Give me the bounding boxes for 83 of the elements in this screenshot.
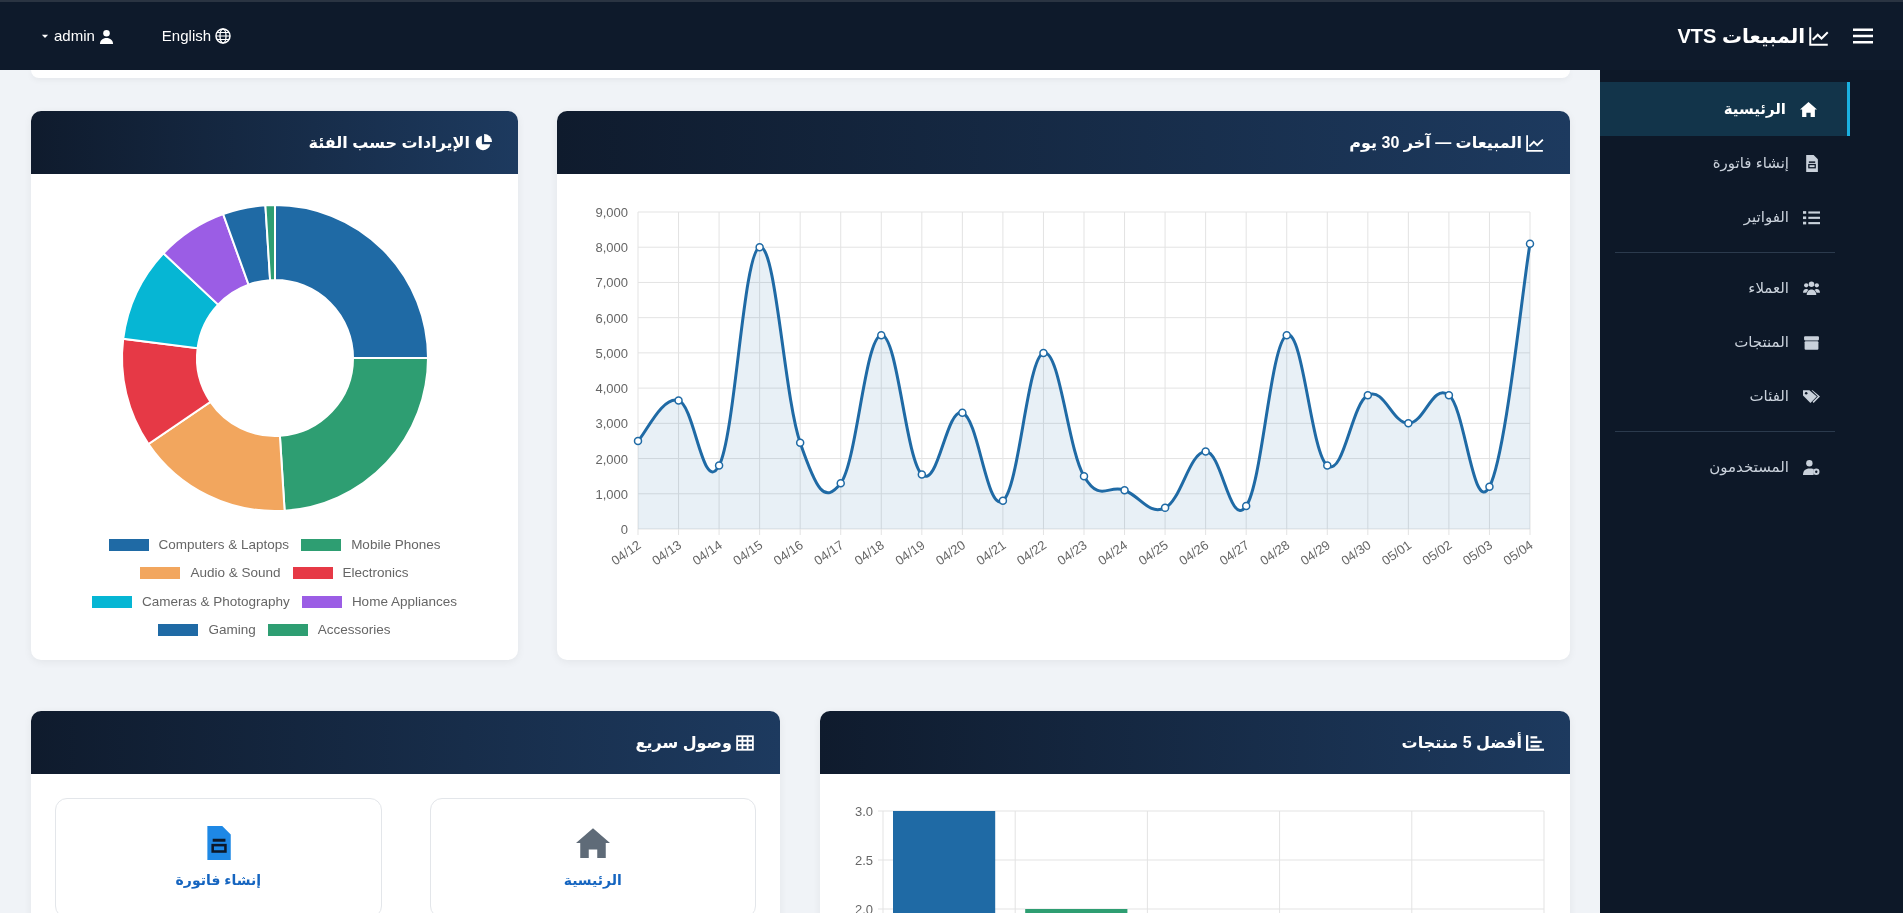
chart-line-icon <box>1809 26 1829 46</box>
legend-label: Accessories <box>317 620 391 639</box>
people-icon <box>1803 279 1820 297</box>
data-point <box>1444 390 1454 400</box>
axis-label: 0 <box>620 522 628 537</box>
quick-link[interactable]: الرئيسية <box>429 798 756 913</box>
legend-label: Cameras & Photography <box>142 592 290 611</box>
sidebar-item[interactable]: الفواتير <box>1600 190 1850 244</box>
data-point <box>1241 501 1251 511</box>
legend-swatch <box>292 567 333 580</box>
data-point <box>1039 348 1048 358</box>
grid-icon <box>736 733 754 752</box>
data-point <box>1079 471 1089 481</box>
data-point <box>998 496 1008 506</box>
user-menu-button[interactable]: admin <box>40 24 114 48</box>
legend-swatch <box>301 595 342 608</box>
legend-swatch <box>140 567 181 580</box>
globe-icon <box>215 28 232 44</box>
sidebar-item[interactable]: الرئيسية <box>1600 82 1850 136</box>
sidebar-item[interactable]: العملاء <box>1600 261 1850 315</box>
data-point <box>1404 419 1413 428</box>
box-icon <box>1803 333 1820 351</box>
legend-swatch <box>158 623 199 636</box>
data-point <box>1323 461 1332 470</box>
card-title: وصول سريع <box>635 732 732 754</box>
sidebar-item[interactable]: الفئات <box>1600 369 1850 423</box>
card-title: المبيعات — آخر 30 يوم <box>1349 132 1522 154</box>
legend-label: Mobile Phones <box>351 536 441 554</box>
data-point <box>958 408 967 417</box>
house-icon <box>1800 100 1817 118</box>
legend-label: Computers & Laptops <box>158 536 290 554</box>
legend-swatch <box>92 595 133 608</box>
chart-line-icon <box>1526 133 1544 152</box>
user-gear-icon <box>1803 458 1820 476</box>
data-point <box>1120 486 1129 495</box>
axis-label: 9,000 <box>595 205 628 220</box>
list-icon <box>1803 208 1820 226</box>
data-point <box>1525 239 1535 248</box>
sidebar-item[interactable]: المنتجات <box>1600 315 1850 369</box>
document-icon <box>1803 154 1820 172</box>
tags-icon <box>1803 387 1820 405</box>
axis-label: 2.5 <box>854 853 873 868</box>
sidebar-item[interactable]: المستخدمون <box>1600 440 1850 494</box>
data-point <box>1160 503 1170 513</box>
data-point <box>1282 331 1291 340</box>
bar-chart-icon <box>1526 733 1544 752</box>
legend-label: Electronics <box>342 564 409 583</box>
data-point <box>755 242 764 252</box>
legend-swatch <box>301 539 342 552</box>
axis-label: 8,000 <box>595 240 628 256</box>
axis-label: 3.0 <box>854 804 873 819</box>
data-point <box>714 461 724 470</box>
axis-label: 4,000 <box>595 381 628 397</box>
axis-label: 3,000 <box>595 416 628 432</box>
data-point <box>1201 447 1210 456</box>
legend-label: Home Appliances <box>351 592 457 611</box>
legend-swatch <box>108 539 149 552</box>
pie-chart-icon <box>474 133 492 152</box>
axis-label: 2,000 <box>595 451 628 467</box>
legend-label: Audio & Sound <box>190 564 281 583</box>
data-point <box>1485 482 1494 491</box>
data-point <box>917 470 927 479</box>
language-link[interactable]: English <box>161 24 232 48</box>
data-point <box>674 396 683 405</box>
card-title: الإيرادات حسب الفئة <box>308 132 470 154</box>
menu-button[interactable] <box>1853 26 1873 46</box>
menu-icon <box>1853 26 1873 46</box>
data-point <box>877 331 886 340</box>
sidebar-item[interactable]: إنشاء فاتورة <box>1600 136 1850 190</box>
data-point <box>795 438 805 447</box>
data-point <box>633 436 643 446</box>
data-point <box>836 478 845 488</box>
quick-link[interactable]: إنشاء فاتورة <box>55 798 382 913</box>
app-title: المبيعات VTS <box>1677 24 1805 49</box>
axis-label: 5,000 <box>595 345 628 361</box>
data-point <box>1363 390 1373 400</box>
legend-label: Gaming <box>208 620 256 639</box>
axis-label: 1,000 <box>595 486 628 502</box>
card-title: أفضل 5 منتجات <box>1401 731 1522 754</box>
axis-label: 7,000 <box>595 275 628 291</box>
user-icon <box>98 28 114 44</box>
axis-label: 6,000 <box>595 310 628 326</box>
legend-swatch <box>267 623 308 636</box>
